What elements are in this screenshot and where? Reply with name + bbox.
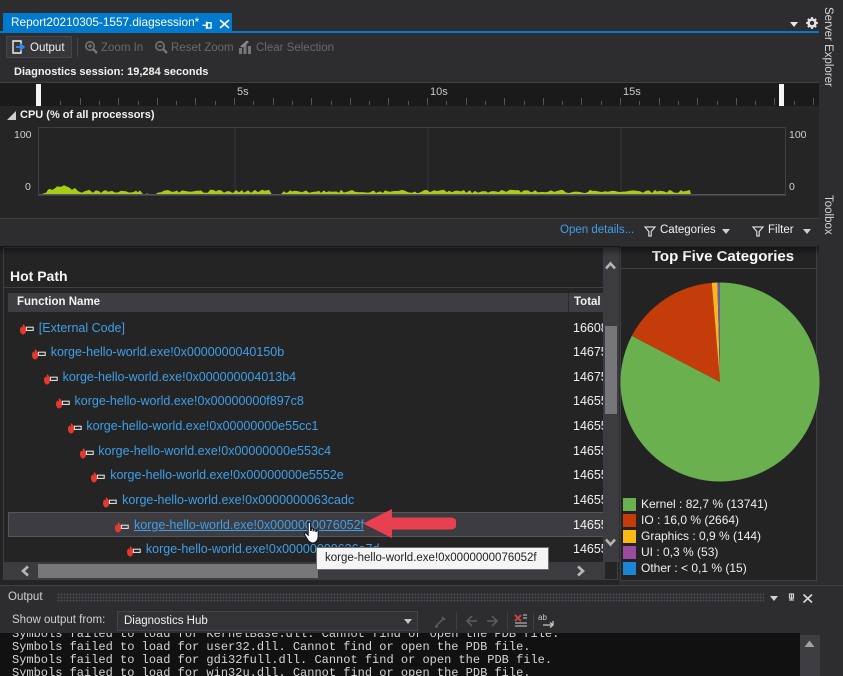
svg-text:ab: ab	[538, 613, 547, 622]
